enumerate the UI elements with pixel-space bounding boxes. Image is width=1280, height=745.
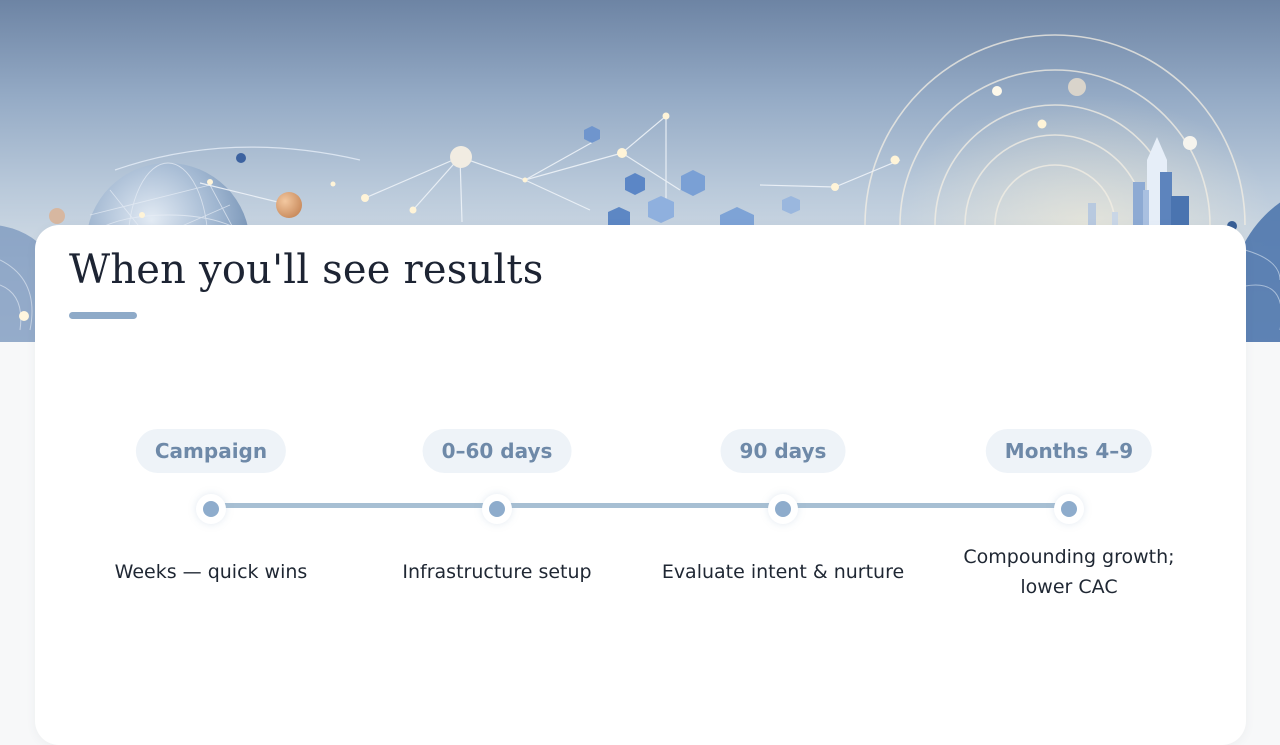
milestone-dot	[482, 494, 512, 524]
milestone-description: Compounding growth; lower CAC	[963, 546, 1175, 598]
milestone-dot	[196, 494, 226, 524]
content-card: When you'll see results Campaign Weeks —…	[35, 225, 1246, 745]
milestone-label: Campaign	[135, 429, 287, 473]
milestone-dot	[768, 494, 798, 524]
milestone-description: Evaluate intent & nurture	[661, 561, 905, 583]
page-title: When you'll see results	[69, 247, 544, 293]
milestone-description: Weeks — quick wins	[114, 561, 308, 583]
milestone-dot	[1054, 494, 1084, 524]
milestone-label: 90 days	[720, 429, 846, 473]
title-underline	[69, 312, 137, 319]
milestone-description: Infrastructure setup	[402, 561, 592, 583]
timeline-line	[211, 503, 1069, 508]
milestone-label: Months 4–9	[985, 429, 1153, 473]
milestone-label: 0–60 days	[422, 429, 572, 473]
